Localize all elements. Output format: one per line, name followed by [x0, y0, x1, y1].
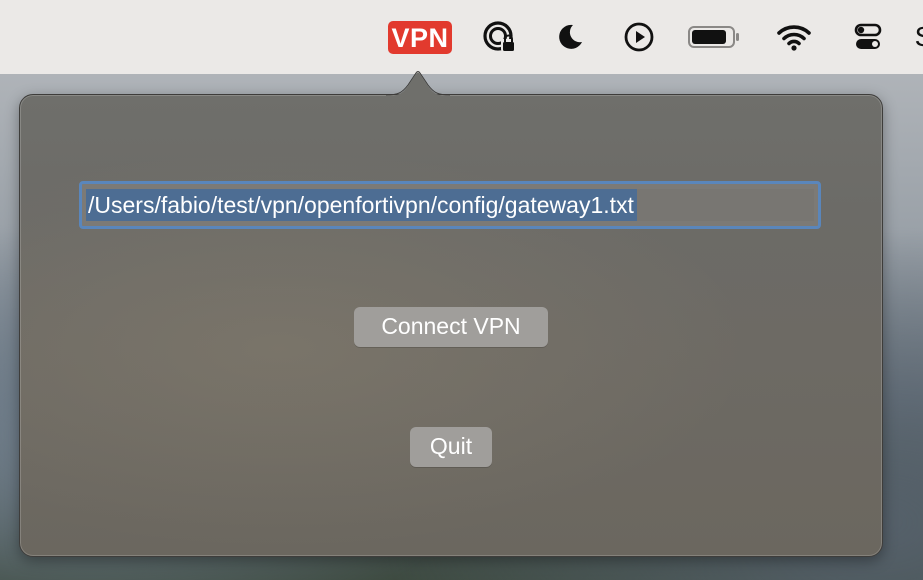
vpn-status-icon[interactable]: VPN — [388, 20, 452, 54]
now-playing-icon[interactable] — [620, 0, 658, 74]
do-not-disturb-moon-icon[interactable] — [552, 0, 588, 74]
menu-bar: VPN — [0, 0, 923, 74]
config-path-input[interactable]: /Users/fabio/test/vpn/openfortivpn/confi… — [79, 181, 821, 229]
connect-vpn-button[interactable]: Connect VPN — [354, 307, 548, 347]
battery-icon[interactable] — [686, 0, 742, 74]
config-path-selected-text[interactable]: /Users/fabio/test/vpn/openfortivpn/confi… — [86, 189, 637, 221]
vpn-menu-extra[interactable]: VPN — [388, 0, 452, 74]
popover-arrow — [386, 71, 450, 96]
quit-button[interactable]: Quit — [410, 427, 492, 467]
screen-time-lock-icon[interactable] — [480, 0, 520, 74]
control-center-icon[interactable] — [850, 0, 886, 74]
menubar-cut-item[interactable]: S — [914, 0, 923, 74]
wifi-icon[interactable] — [774, 0, 814, 74]
menubar-cut-text: S — [915, 21, 923, 53]
